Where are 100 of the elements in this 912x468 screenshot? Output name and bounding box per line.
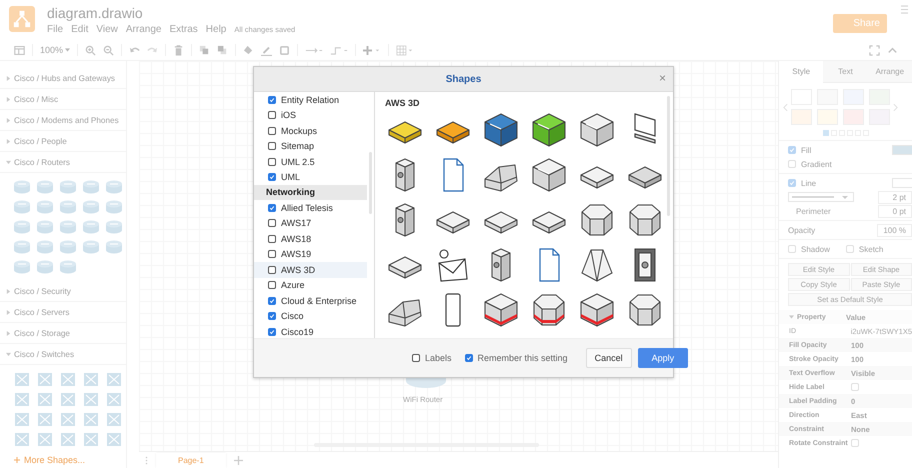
switch-icon[interactable] (12, 371, 32, 387)
library-item[interactable]: Sitemap (254, 138, 367, 154)
library-item[interactable]: Cisco (254, 308, 367, 324)
router-icon[interactable] (104, 239, 124, 255)
sidebar-section-header[interactable]: Cisco / Storage (0, 323, 126, 344)
switch-icon[interactable] (81, 431, 101, 447)
to-back-icon[interactable] (217, 44, 228, 56)
sidebar-section-header[interactable]: Cisco / Misc (0, 89, 126, 110)
checkbox[interactable] (268, 96, 276, 104)
switch-icon[interactable] (35, 371, 55, 387)
switch-icon[interactable] (35, 411, 55, 427)
shadow-icon[interactable] (279, 44, 290, 56)
router-icon[interactable] (58, 239, 78, 255)
delete-icon[interactable] (173, 44, 184, 56)
router-icon[interactable] (104, 199, 124, 215)
zoom-in-icon[interactable] (85, 44, 96, 56)
router-icon[interactable] (35, 259, 55, 275)
document-title[interactable]: diagram.drawio (47, 5, 296, 22)
perimeter-field[interactable]: 0 pt (878, 204, 912, 218)
router-icon[interactable] (12, 239, 32, 255)
line-color-well[interactable] (892, 178, 912, 188)
switch-icon[interactable] (35, 391, 55, 407)
switch-icon[interactable] (35, 431, 55, 447)
switch-icon[interactable] (58, 411, 78, 427)
checkbox[interactable] (464, 354, 473, 362)
more-shapes-link[interactable]: More Shapes... (24, 455, 86, 465)
checkbox[interactable] (412, 354, 420, 362)
checkbox[interactable] (268, 204, 276, 212)
switch-icon[interactable] (58, 371, 78, 387)
line-width-field[interactable]: 2 pt (878, 190, 912, 204)
library-item[interactable]: UML (254, 170, 367, 185)
switch-icon[interactable] (104, 431, 124, 447)
share-button[interactable]: Share (833, 14, 887, 33)
router-icon[interactable] (35, 199, 55, 215)
sidebar-section-header[interactable]: Cisco / Routers (0, 152, 126, 173)
table-icon[interactable] (396, 44, 414, 56)
checkbox[interactable] (268, 266, 276, 274)
library-item[interactable]: iOS (254, 108, 367, 123)
pencil-icon[interactable] (261, 44, 272, 56)
format-tab[interactable]: Arrange (868, 61, 912, 83)
library-item[interactable]: AWS 3D (254, 262, 367, 278)
checkbox[interactable] (268, 281, 276, 290)
router-icon[interactable] (81, 199, 101, 215)
router-icon[interactable] (58, 219, 78, 235)
router-icon[interactable] (35, 219, 55, 235)
page-tab[interactable]: Page-1 (156, 452, 226, 468)
library-item[interactable]: UML 2.5 (254, 154, 367, 170)
library-item[interactable]: AWS19 (254, 246, 367, 262)
sidebar-section-header[interactable]: Cisco / Switches (0, 344, 126, 365)
checkbox[interactable] (268, 328, 276, 336)
router-icon[interactable] (81, 239, 101, 255)
router-icon[interactable] (81, 219, 101, 235)
router-icon[interactable] (35, 179, 55, 195)
switch-icon[interactable] (104, 371, 124, 387)
to-front-icon[interactable] (199, 44, 210, 56)
fullscreen-icon[interactable] (869, 44, 880, 56)
menu-item[interactable]: View (96, 24, 118, 35)
switch-icon[interactable] (12, 431, 32, 447)
library-item[interactable]: AWS18 (254, 231, 367, 246)
sidebar-section-header[interactable]: Cisco / Modems and Phones (0, 110, 126, 131)
switch-icon[interactable] (81, 391, 101, 407)
switch-icon[interactable] (12, 411, 32, 427)
format-tab[interactable]: Text (823, 61, 868, 83)
sidebar-section-header[interactable]: Cisco / Hubs and Gateways (0, 68, 126, 89)
router-icon[interactable] (58, 199, 78, 215)
line-pattern-dropdown[interactable] (788, 192, 854, 202)
switch-icon[interactable] (81, 371, 101, 387)
insert-icon[interactable] (363, 44, 382, 56)
router-icon[interactable] (104, 179, 124, 195)
close-button[interactable]: × (658, 71, 666, 85)
library-item[interactable]: Cisco19 (254, 324, 367, 338)
opacity-field[interactable]: 100 % (877, 224, 912, 236)
checkbox[interactable] (268, 219, 276, 228)
checkbox[interactable] (268, 296, 276, 305)
fill-icon[interactable] (243, 44, 254, 56)
checkbox[interactable] (268, 126, 276, 135)
router-icon[interactable] (35, 239, 55, 255)
checkbox[interactable] (268, 111, 276, 120)
switch-icon[interactable] (81, 411, 101, 427)
caret-icon[interactable] (65, 48, 70, 52)
zoom-dropdown[interactable]: 100% (40, 45, 64, 55)
menu-item[interactable]: File (47, 24, 64, 35)
switch-icon[interactable] (58, 391, 78, 407)
menu-icon[interactable] (901, 5, 908, 14)
checkbox[interactable] (268, 234, 276, 243)
checkbox[interactable] (268, 142, 276, 150)
switch-icon[interactable] (104, 391, 124, 407)
switch-icon[interactable] (104, 411, 124, 427)
zoom-out-icon[interactable] (103, 44, 114, 56)
router-icon[interactable] (12, 219, 32, 235)
router-icon[interactable] (58, 259, 78, 275)
menu-item[interactable]: Edit (71, 24, 88, 35)
menu-item[interactable]: Help (206, 24, 226, 35)
router-icon[interactable] (12, 179, 32, 195)
router-icon[interactable] (104, 219, 124, 235)
router-icon[interactable] (81, 179, 101, 195)
checkbox[interactable] (268, 312, 276, 320)
menu-item[interactable]: Extras (169, 24, 198, 35)
router-icon[interactable] (58, 179, 78, 195)
cancel-button[interactable]: Cancel (586, 348, 632, 368)
